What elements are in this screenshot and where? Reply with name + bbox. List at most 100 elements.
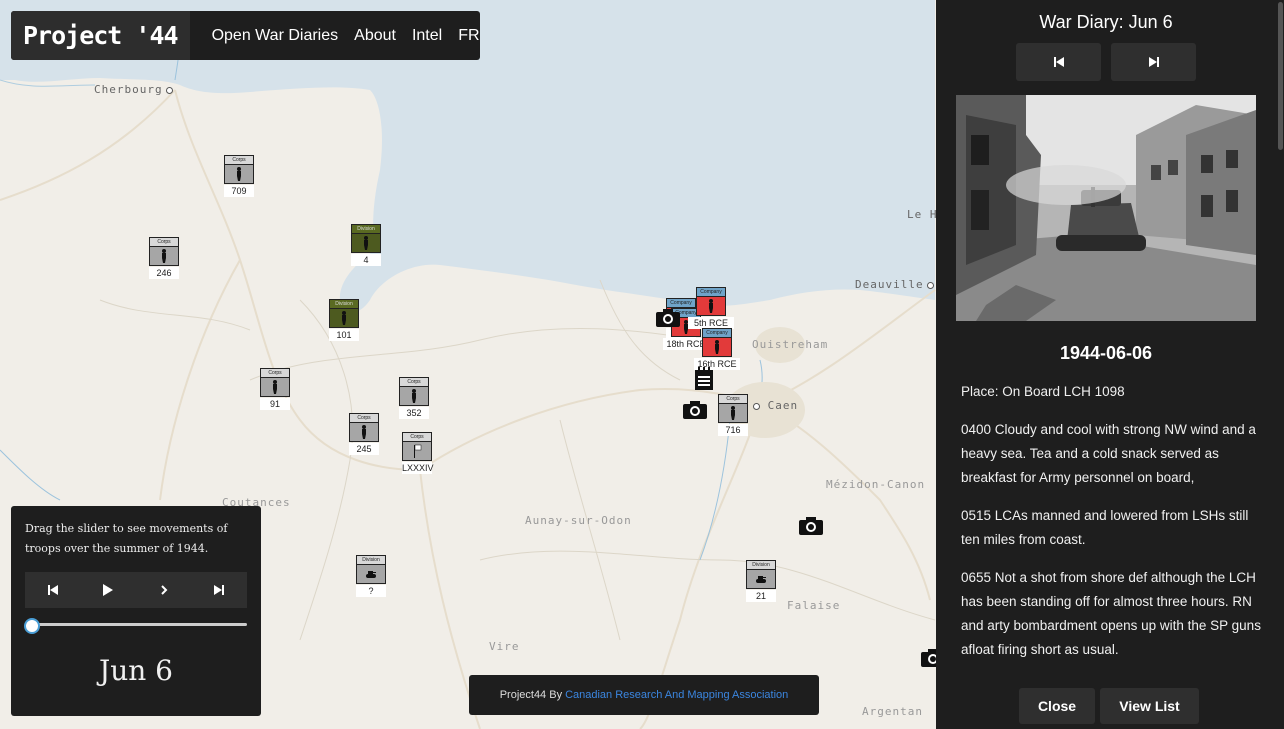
place-label-caen: Caen [750, 399, 798, 412]
unit-type: Company [703, 329, 731, 338]
unit-type: Division [357, 556, 385, 565]
unit-marker[interactable]: Corps LXXXIV [402, 432, 434, 474]
diary-paragraph: 0515 LCAs manned and lowered from LSHs s… [961, 508, 1249, 547]
skip-back-icon [1053, 57, 1064, 67]
camera-icon[interactable] [655, 308, 681, 328]
skip-back-icon [47, 585, 58, 595]
diary-paragraph: Place: On Board LCH 1098 [961, 384, 1125, 399]
unit-label: ? [356, 585, 386, 597]
infantry-icon [162, 249, 166, 263]
skip-back-button[interactable] [38, 575, 68, 605]
place-label-aunay: Aunay-sur-Odon [525, 514, 632, 527]
diary-paragraph: 0400 Cloudy and cool with strong NW wind… [961, 422, 1256, 485]
place-name: Ouistreham [752, 338, 829, 351]
skip-forward-button[interactable] [204, 575, 234, 605]
unit-label: 246 [149, 267, 179, 279]
nav-open-war-diaries[interactable]: Open War Diaries [212, 27, 339, 45]
play-button[interactable] [93, 575, 123, 605]
tank-icon [756, 576, 766, 583]
place-label-vire: Vire [489, 640, 520, 653]
current-date: Jun 6 [98, 654, 173, 687]
place-name: Argentan [862, 705, 923, 718]
place-name: Deauville [855, 278, 924, 291]
view-list-button[interactable]: View List [1100, 688, 1199, 724]
hq-flag-icon [414, 444, 422, 458]
next-day-button[interactable] [1111, 43, 1196, 81]
place-name: Le H [907, 208, 938, 221]
nav-about[interactable]: About [354, 27, 396, 45]
entry-date: 1944-06-06 [1059, 343, 1153, 363]
place-name: Aunay-sur-Odon [525, 514, 632, 527]
brand-logo[interactable]: Project '44 [11, 11, 190, 60]
play-icon [103, 584, 114, 596]
infantry-icon [731, 406, 735, 420]
unit-marker[interactable]: Division 4 [351, 224, 381, 266]
unit-type: Division [330, 300, 358, 309]
unit-label: 709 [224, 185, 254, 197]
diary-icon[interactable] [693, 367, 715, 391]
unit-marker[interactable]: Corps 716 [718, 394, 748, 436]
unit-marker[interactable]: Corps 91 [260, 368, 290, 410]
nav-language-fr[interactable]: FR [458, 27, 479, 45]
unit-type: Corps [261, 369, 289, 378]
unit-label: LXXXIV [402, 462, 434, 474]
unit-marker[interactable]: Division 21 [746, 560, 776, 602]
diary-footer: Close View List [936, 680, 1284, 729]
close-button[interactable]: Close [1019, 688, 1095, 724]
city-dot-icon [165, 86, 173, 94]
place-name: Vire [489, 640, 520, 653]
slider-hint: Drag the slider to see movements of troo… [25, 522, 228, 555]
unit-type: Corps [403, 433, 431, 442]
unit-marker[interactable]: Division 101 [329, 299, 359, 341]
unit-label: 4 [351, 254, 381, 266]
place-label-ouistreham: Ouistreham [752, 338, 828, 351]
infantry-icon [273, 380, 277, 394]
place-name: Falaise [787, 599, 841, 612]
camera-icon[interactable] [798, 516, 824, 536]
unit-type: Corps [350, 414, 378, 423]
unit-marker[interactable]: Company 5th RCE [688, 287, 734, 329]
unit-label: 245 [349, 443, 379, 455]
diary-photo[interactable] [956, 95, 1256, 321]
previous-day-button[interactable] [1016, 43, 1101, 81]
unit-type: Corps [719, 395, 747, 404]
infantry-icon [237, 167, 241, 181]
unit-label: 21 [746, 590, 776, 602]
unit-marker[interactable]: Company 16th RCE [694, 328, 740, 370]
infantry-icon [412, 389, 416, 403]
unit-marker[interactable]: Corps 352 [399, 377, 429, 419]
unit-marker[interactable]: Division ? [356, 555, 386, 597]
unit-marker[interactable]: Corps 709 [224, 155, 254, 197]
place-label-cherbourg: Cherbourg [94, 83, 173, 96]
credit-prefix: Project44 By [499, 689, 563, 701]
unit-label: 101 [329, 329, 359, 341]
place-name: Mézidon-Canon [826, 478, 926, 491]
step-forward-button[interactable] [149, 575, 179, 605]
place-label-argentan: Argentan [862, 705, 923, 718]
infantry-icon [364, 236, 368, 250]
place-name: Caen [767, 399, 799, 412]
camera-icon[interactable] [682, 400, 708, 420]
credit-bar: Project44 By Canadian Research And Mappi… [469, 675, 819, 715]
unit-type: Company [697, 288, 725, 297]
place-label-falaise: Falaise [787, 599, 840, 612]
credit-link[interactable]: Canadian Research And Mapping Associatio… [565, 689, 788, 701]
unit-marker[interactable]: Corps 245 [349, 413, 379, 455]
unit-marker[interactable]: Corps 246 [149, 237, 179, 279]
unit-type: Company [667, 299, 695, 308]
infantry-icon [362, 425, 366, 439]
diary-scrollbar[interactable] [1277, 0, 1284, 680]
tank-street-photo [956, 95, 1256, 321]
infantry-icon [709, 299, 713, 313]
date-slider-track[interactable] [25, 623, 247, 626]
date-slider-handle[interactable] [23, 618, 40, 634]
playback-controls [25, 572, 247, 608]
city-dot-icon [926, 281, 934, 289]
unit-type: Corps [150, 238, 178, 247]
place-label-mezidon: Mézidon-Canon [826, 478, 925, 491]
skip-forward-icon [1148, 57, 1159, 67]
nav-intel[interactable]: Intel [412, 27, 442, 45]
infantry-icon [715, 340, 719, 354]
unit-type: Corps [400, 378, 428, 387]
scrollbar-thumb[interactable] [1278, 2, 1283, 150]
